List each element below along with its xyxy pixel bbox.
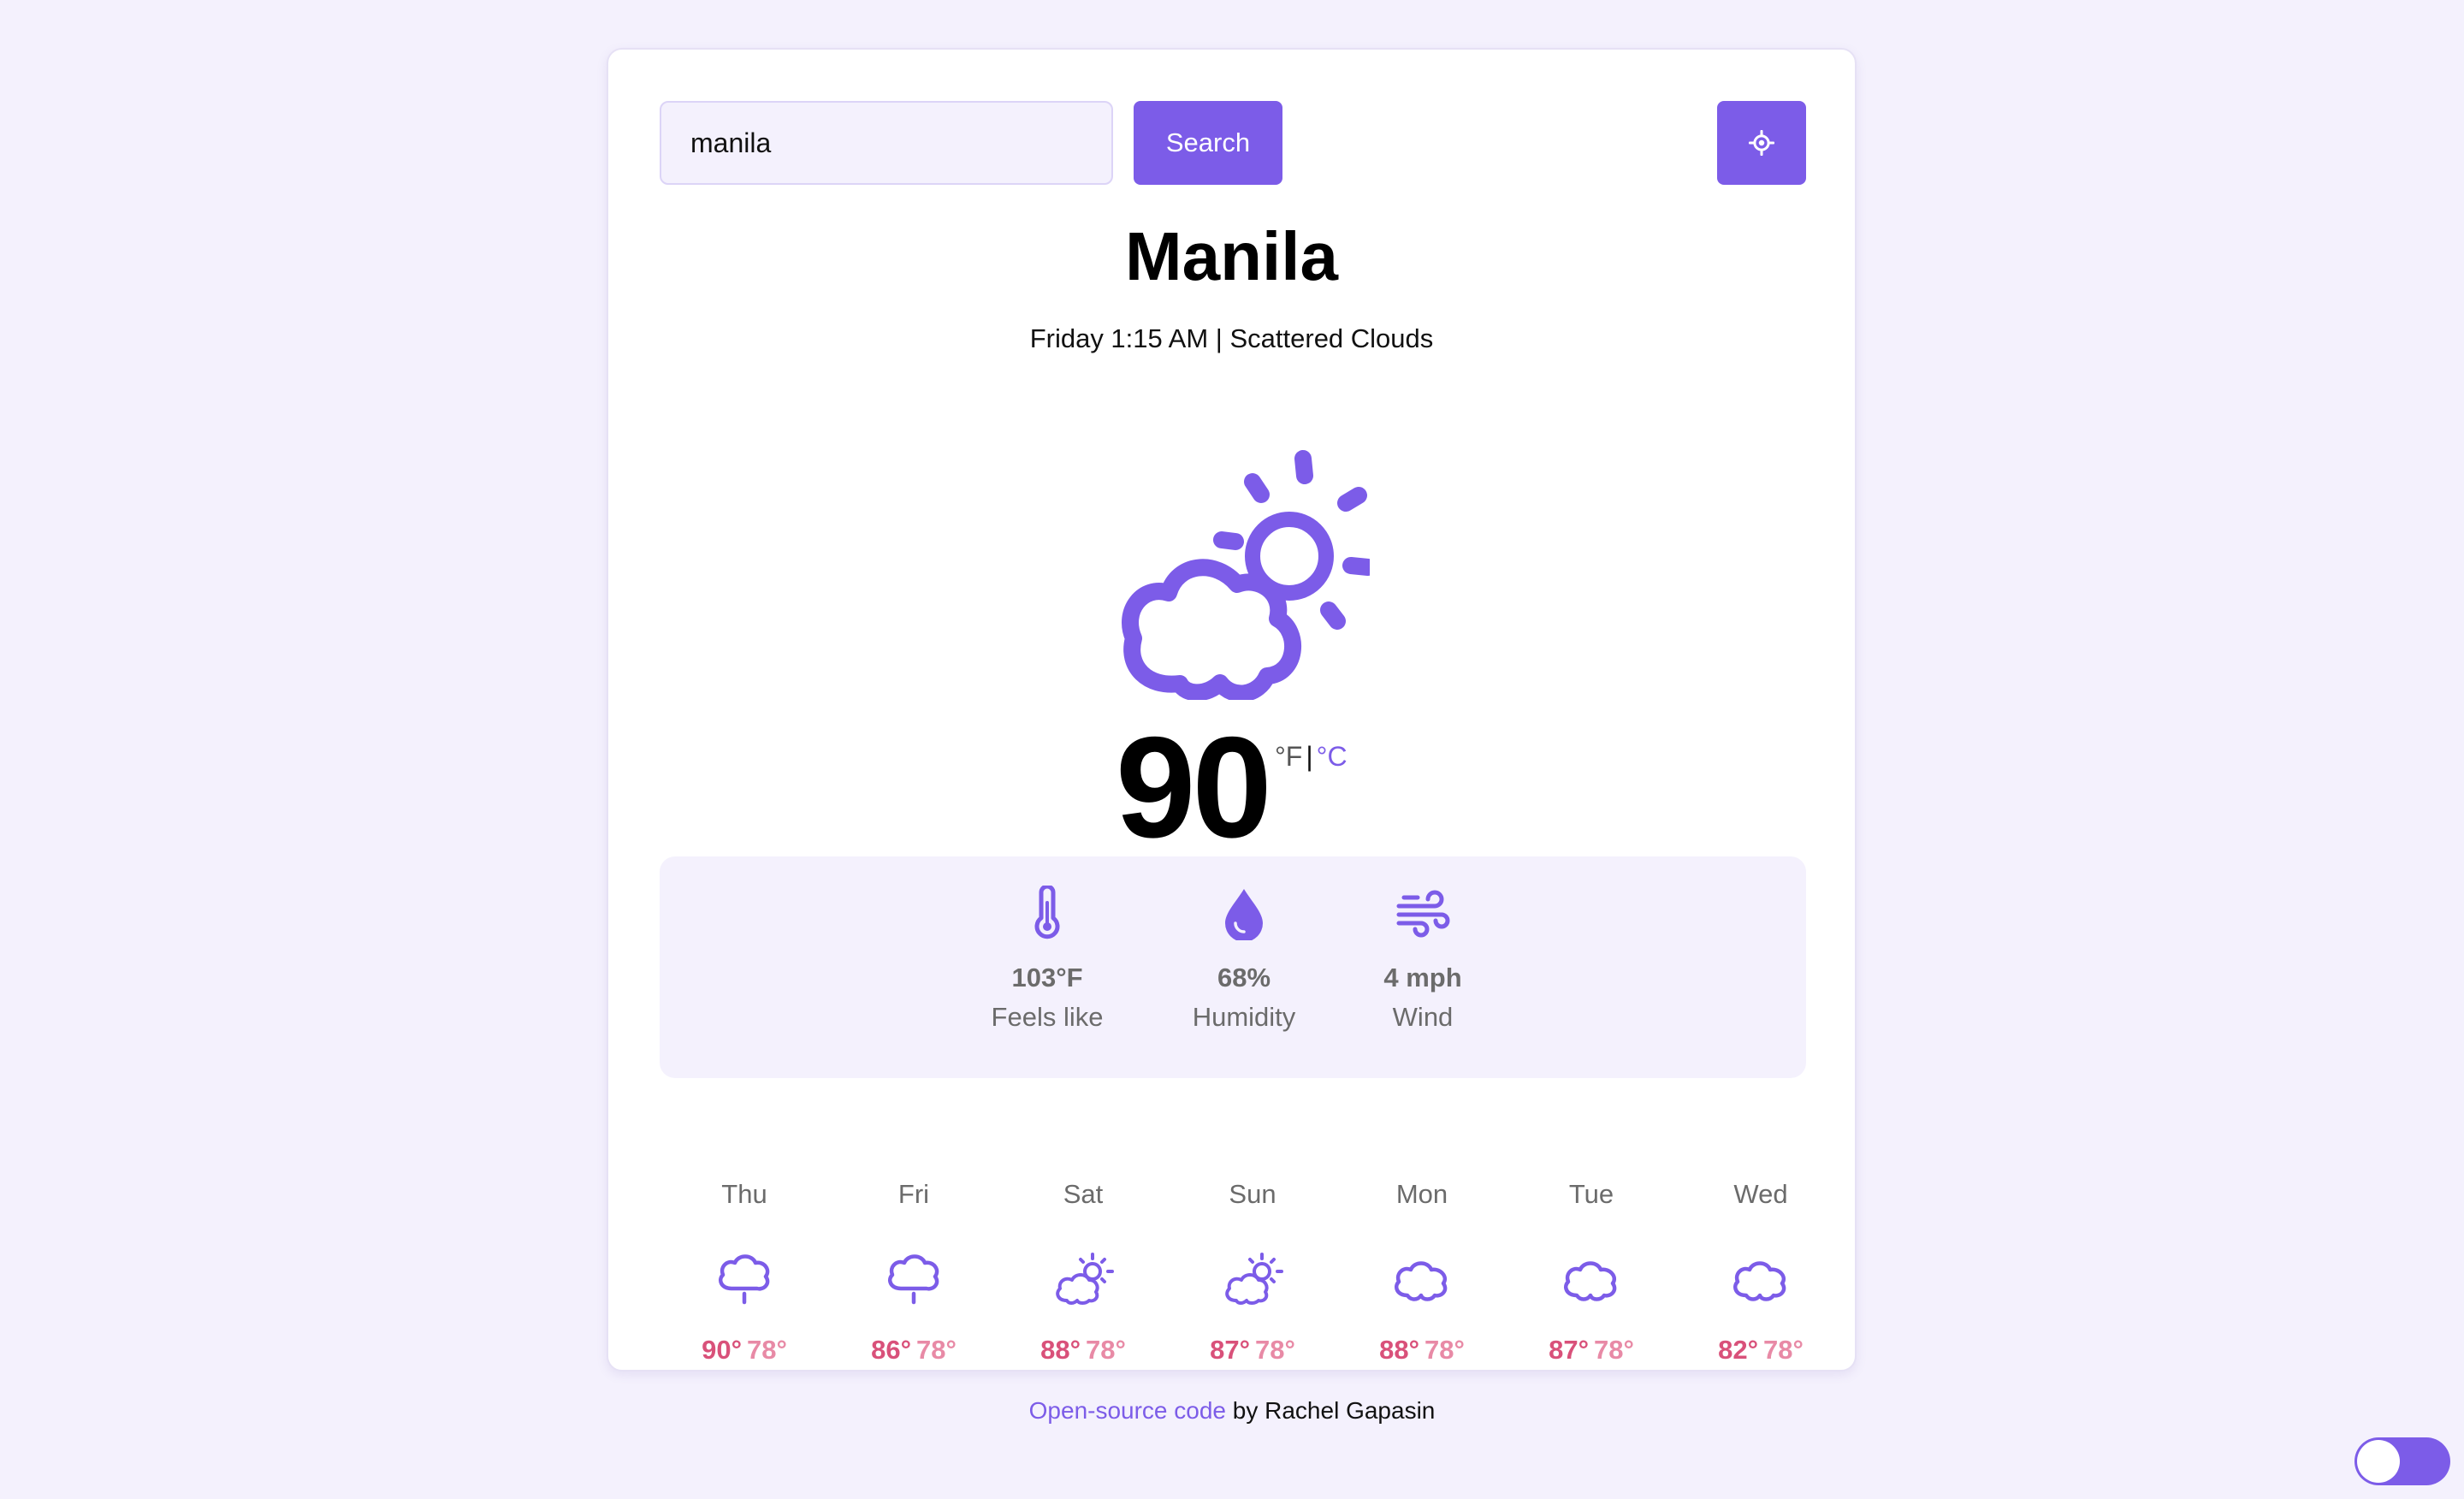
unit-celsius[interactable]: °C [1317,741,1348,772]
forecast-low: 78° [1594,1335,1634,1365]
forecast-day: Fri 86° 78° [829,1179,998,1366]
forecast-low: 78° [1255,1335,1295,1365]
forecast-temps: 86° 78° [829,1335,998,1366]
forecast-day: Tue 87° 78° [1507,1179,1676,1366]
forecast-high: 86° [871,1335,911,1365]
forecast-temps: 88° 78° [1337,1335,1507,1366]
wind-icon [1396,890,1450,938]
unit-fahrenheit[interactable]: °F [1275,741,1302,772]
forecast-high: 90° [702,1335,742,1365]
weekly-forecast: Thu 90° 78° Fri 86° 78° Sat 88° 78° Sun … [660,1179,1806,1384]
forecast-high: 87° [1210,1335,1250,1365]
cloud-icon [1564,1261,1617,1301]
unit-switch: °F | °C [1275,741,1348,773]
feels-like-value: 103°F [1011,963,1083,992]
droplet-icon [1225,889,1263,940]
current-temperature: 90 [1116,707,1272,868]
forecast-low: 78° [916,1335,957,1365]
forecast-day-name: Fri [897,1179,930,1209]
humidity-label: Humidity [1192,1002,1296,1032]
feels-like-label: Feels like [991,1002,1104,1032]
partly-cloudy-icon [1122,450,1370,700]
wind-label: Wind [1392,1002,1454,1032]
stat-feels-like: 103°F Feels like [953,886,1141,1033]
city-name: Manila [1125,218,1338,294]
forecast-low: 78° [1086,1335,1126,1365]
forecast-day-name: Sat [1063,1179,1104,1209]
forecast-day: Wed 82° 78° [1676,1179,1845,1366]
current-stats-panel: 103°F Feels like 68% Humidity 4 mph Wind [660,856,1806,1078]
forecast-day-name: Sun [1229,1179,1276,1209]
search-input[interactable] [660,101,1113,185]
unit-separator: | [1306,741,1313,772]
forecast-low: 78° [747,1335,787,1365]
partly-cloudy-icon [1225,1253,1283,1305]
crosshair-icon [1749,130,1774,156]
thermometer-icon [1034,886,1060,939]
humidity-value: 68% [1217,963,1271,992]
forecast-day-name: Mon [1395,1179,1448,1209]
condition-text: Scattered Clouds [1229,323,1434,353]
author-credit: by Rachel Gapasin [1226,1397,1436,1424]
forecast-high: 88° [1379,1335,1419,1365]
forecast-day: Sat 88° 78° [998,1179,1168,1366]
search-button[interactable]: Search [1134,101,1282,185]
forecast-temps: 90° 78° [660,1335,829,1366]
location-button[interactable] [1717,101,1806,185]
forecast-day-name: Tue [1568,1179,1614,1209]
drizzle-cloud-icon [719,1254,770,1305]
forecast-high: 88° [1040,1335,1081,1365]
day-time: Friday 1:15 AM [1029,323,1209,353]
separator: | [1215,323,1223,353]
source-code-link[interactable]: Open-source code [1029,1397,1226,1424]
forecast-low: 78° [1763,1335,1804,1365]
forecast-high: 82° [1718,1335,1758,1365]
forecast-temps: 82° 78° [1676,1335,1845,1366]
cloud-icon [1395,1261,1448,1301]
drizzle-cloud-icon [888,1254,939,1305]
wind-value: 4 mph [1383,963,1462,992]
forecast-day-name: Thu [721,1179,767,1209]
forecast-day: Sun 87° 78° [1168,1179,1337,1366]
stat-humidity: 68% Humidity [1150,886,1338,1033]
partly-cloudy-icon [1056,1253,1114,1305]
date-condition: Friday 1:15 AM | Scattered Clouds [608,323,1855,354]
theme-toggle[interactable] [2354,1437,2450,1485]
stat-wind: 4 mph Wind [1329,886,1517,1033]
forecast-day: Thu 90° 78° [660,1179,829,1366]
forecast-high: 87° [1549,1335,1589,1365]
forecast-temps: 87° 78° [1168,1335,1337,1366]
cloud-icon [1733,1261,1786,1301]
weather-card: Search Manila Friday 1:15 AM | Scattered… [607,48,1857,1372]
forecast-low: 78° [1424,1335,1465,1365]
forecast-day-name: Wed [1733,1179,1788,1209]
forecast-temps: 88° 78° [998,1335,1168,1366]
toggle-knob [2357,1440,2400,1483]
temperature-block: 90 °F | °C [608,715,1855,861]
footer: Open-source code by Rachel Gapasin [0,1397,2464,1425]
forecast-temps: 87° 78° [1507,1335,1676,1366]
forecast-day: Mon 88° 78° [1337,1179,1507,1366]
